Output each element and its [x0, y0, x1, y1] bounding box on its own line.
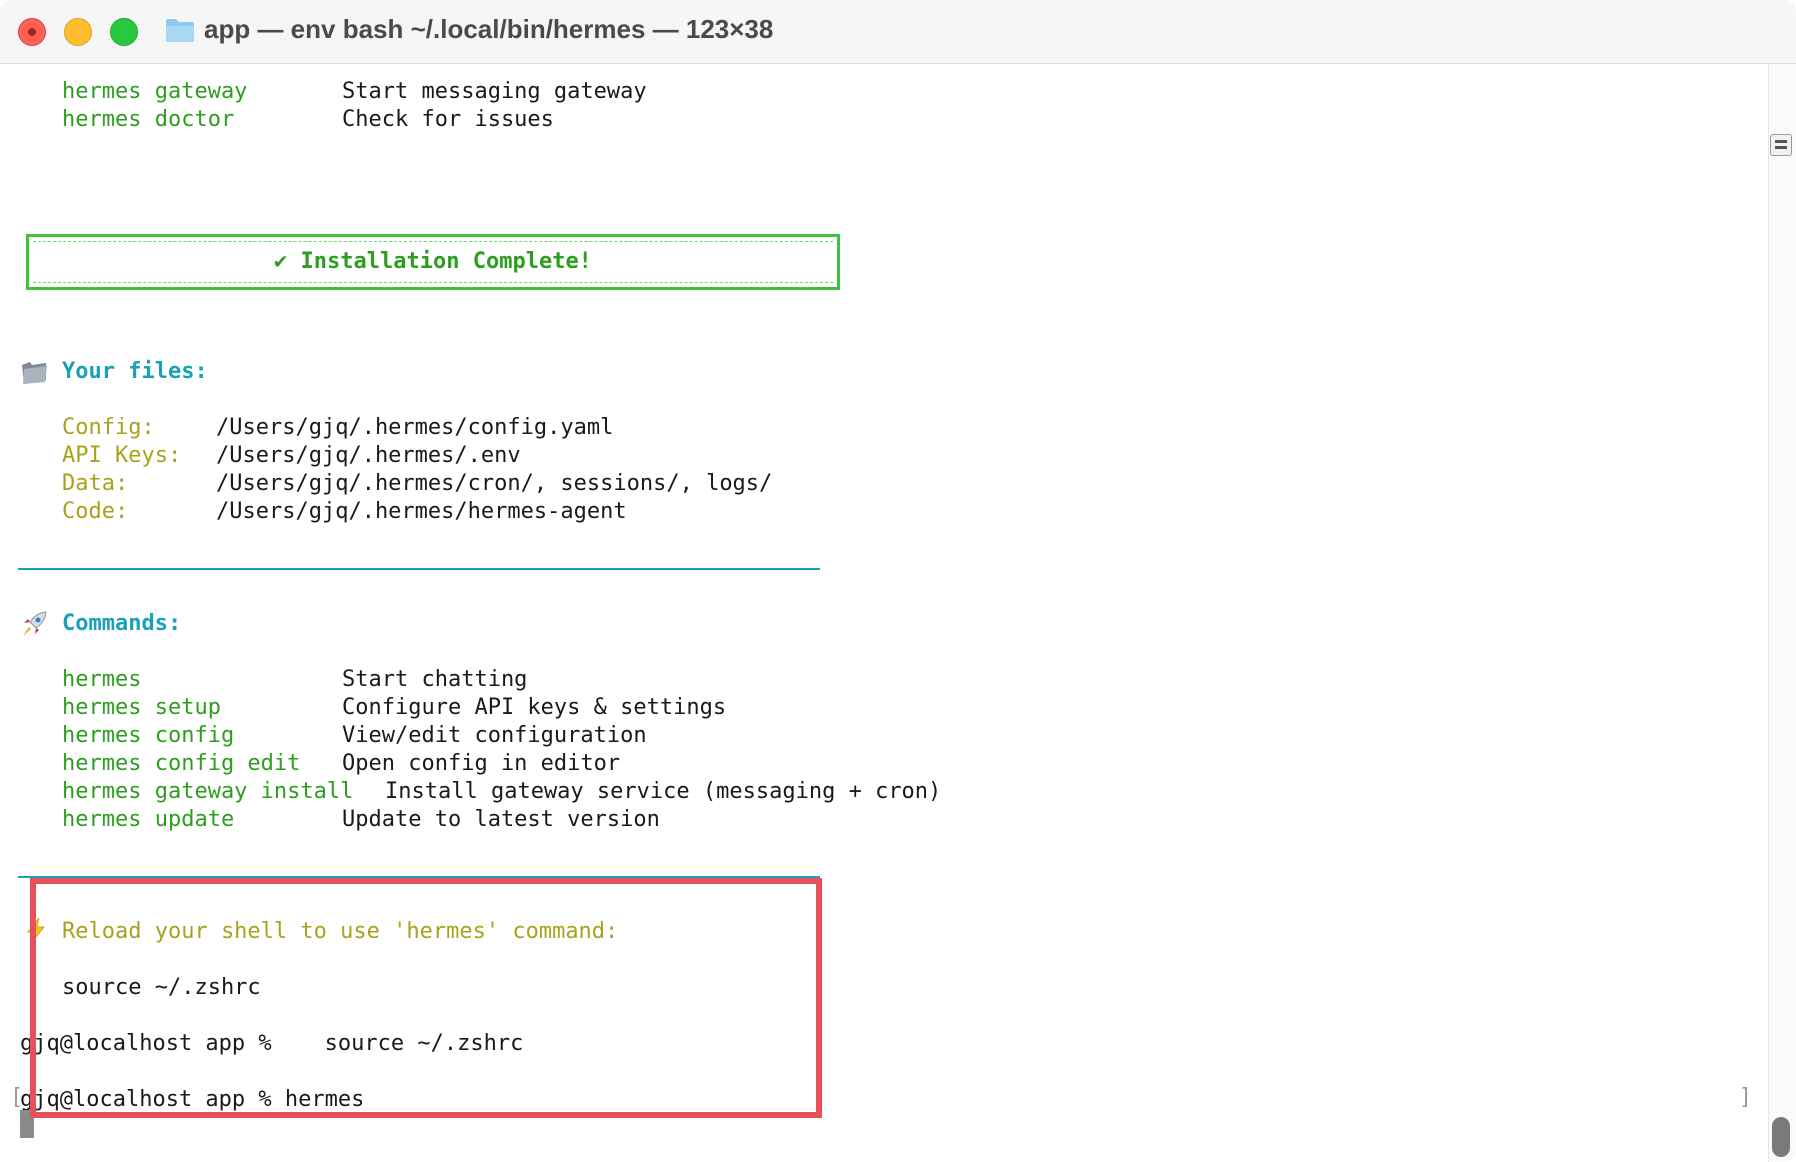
- file-label: Config:: [62, 415, 155, 440]
- file-value: /Users/gjq/.hermes/.env: [216, 443, 521, 468]
- command-row: hermes doctor: [62, 106, 234, 134]
- command-desc: Start messaging gateway: [342, 79, 647, 104]
- command-desc: Open config in editor: [342, 751, 621, 776]
- minimize-button[interactable]: [64, 18, 92, 46]
- title-bar: app — env bash ~/.local/bin/hermes — 123…: [0, 0, 1796, 64]
- banner-border-top: [33, 241, 833, 242]
- window-title: app — env bash ~/.local/bin/hermes — 123…: [204, 14, 774, 44]
- annotation-highlight-box: [30, 878, 822, 1118]
- scrollbar-thumb[interactable]: [1772, 1117, 1790, 1157]
- command-name: hermes config: [62, 723, 235, 748]
- file-value: /Users/gjq/.hermes/cron/, sessions/, log…: [216, 471, 773, 496]
- folder-icon: [166, 19, 194, 42]
- terminal-window: app — env bash ~/.local/bin/hermes — 123…: [0, 0, 1796, 1162]
- command-name: hermes gateway install: [62, 779, 354, 804]
- banner-border-bottom: [33, 282, 833, 283]
- command-desc: Install gateway service (messaging + cro…: [385, 779, 942, 804]
- files-heading: Your files:: [62, 359, 208, 384]
- rocket-icon: [23, 611, 47, 636]
- marks-menu-icon[interactable]: [1770, 134, 1792, 156]
- command-desc: Start chatting: [342, 667, 528, 692]
- file-folder-icon: [22, 362, 47, 384]
- file-label: API Keys:: [62, 443, 182, 468]
- mark-bracket-left: [: [10, 1085, 24, 1110]
- file-value: /Users/gjq/.hermes/hermes-agent: [216, 499, 627, 524]
- command-name: hermes gateway: [62, 79, 248, 104]
- file-label: Code:: [62, 499, 129, 524]
- mark-bracket-right: ]: [1738, 1085, 1752, 1110]
- installation-complete-text: ✔ Installation Complete!: [274, 249, 592, 274]
- zoom-button[interactable]: [110, 18, 138, 46]
- file-value: /Users/gjq/.hermes/config.yaml: [216, 415, 614, 440]
- command-desc: Configure API keys & settings: [342, 695, 727, 720]
- command-name: hermes: [62, 667, 142, 692]
- command-name: hermes config edit: [62, 751, 301, 776]
- command-name: hermes doctor: [62, 107, 235, 132]
- command-name: hermes setup: [62, 695, 221, 720]
- file-label: Data:: [62, 471, 129, 496]
- installation-complete-banner: ✔ Installation Complete!: [26, 234, 840, 290]
- command-row: hermes gateway: [62, 78, 247, 106]
- commands-heading: Commands:: [62, 611, 182, 636]
- close-button[interactable]: [18, 18, 46, 46]
- section-divider: [18, 568, 820, 570]
- command-desc: View/edit configuration: [342, 723, 647, 748]
- vertical-scrollbar[interactable]: [1768, 64, 1796, 1162]
- command-desc: Update to latest version: [342, 807, 660, 832]
- command-name: hermes update: [62, 807, 235, 832]
- command-desc: Check for issues: [342, 107, 554, 132]
